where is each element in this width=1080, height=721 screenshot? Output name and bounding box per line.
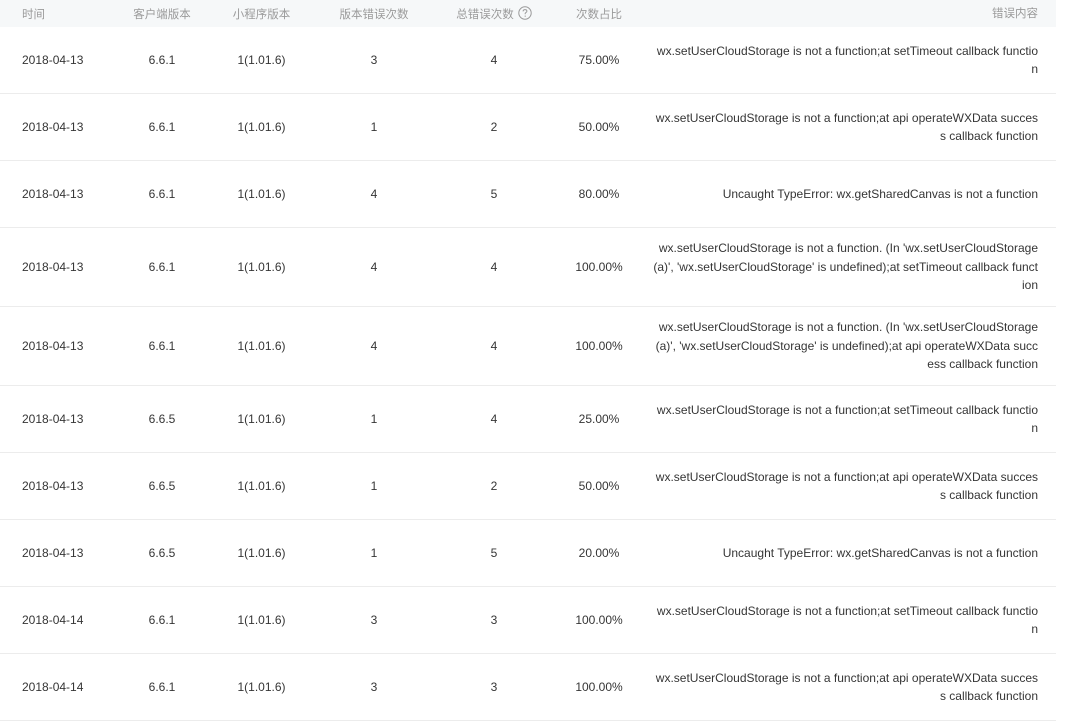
cell-client-version: 6.6.1 <box>148 260 176 274</box>
cell-app-version: 1(1.01.6) <box>237 120 286 134</box>
cell-error-content: wx.setUserCloudStorage is not a function… <box>653 241 1038 293</box>
cell-app-version: 1(1.01.6) <box>237 339 286 353</box>
header-client-version[interactable]: 客户端版本 <box>120 6 204 22</box>
cell-total-errors: 4 <box>490 412 498 426</box>
cell-date: 2018-04-13 <box>22 187 84 201</box>
header-ratio[interactable]: 次数占比 <box>559 6 639 22</box>
cell-ratio: 100.00% <box>575 260 623 274</box>
table-row: 2018-04-13 6.6.1 1(1.01.6) 4 4 100.00% w… <box>0 228 1056 307</box>
cell-date: 2018-04-14 <box>22 613 84 627</box>
header-version-errors[interactable]: 版本错误次数 <box>319 6 429 22</box>
cell-app-version: 1(1.01.6) <box>237 412 286 426</box>
cell-error-content: Uncaught TypeError: wx.getSharedCanvas i… <box>722 545 1038 560</box>
cell-total-errors: 4 <box>490 339 498 353</box>
cell-total-errors: 5 <box>490 187 498 201</box>
cell-client-version: 6.6.1 <box>148 613 176 627</box>
cell-client-version: 6.6.5 <box>148 412 176 426</box>
cell-app-version: 1(1.01.6) <box>237 613 286 627</box>
table-row: 2018-04-13 6.6.5 1(1.01.6) 1 5 20.00% Un… <box>0 520 1056 587</box>
cell-ratio: 50.00% <box>578 120 620 134</box>
cell-total-errors: 4 <box>490 53 498 67</box>
cell-client-version: 6.6.1 <box>148 53 176 67</box>
cell-date: 2018-04-13 <box>22 546 84 560</box>
header-app-version[interactable]: 小程序版本 <box>204 6 319 22</box>
cell-error-content: wx.setUserCloudStorage is not a function… <box>656 43 1038 77</box>
cell-total-errors: 2 <box>490 479 498 493</box>
table-row: 2018-04-14 6.6.1 1(1.01.6) 3 3 100.00% w… <box>0 654 1056 721</box>
cell-client-version: 6.6.5 <box>148 479 176 493</box>
cell-ratio: 50.00% <box>578 479 620 493</box>
cell-version-errors: 1 <box>370 120 378 134</box>
cell-date: 2018-04-14 <box>22 680 84 694</box>
header-date[interactable]: 时间 <box>0 6 120 22</box>
cell-version-errors: 4 <box>370 339 378 353</box>
table-row: 2018-04-13 6.6.1 1(1.01.6) 1 2 50.00% wx… <box>0 94 1056 161</box>
cell-app-version: 1(1.01.6) <box>237 53 286 67</box>
table-row: 2018-04-13 6.6.5 1(1.01.6) 1 4 25.00% wx… <box>0 386 1056 453</box>
cell-version-errors: 3 <box>370 680 378 694</box>
cell-total-errors: 5 <box>490 546 498 560</box>
cell-date: 2018-04-13 <box>22 412 84 426</box>
cell-date: 2018-04-13 <box>22 339 84 353</box>
cell-version-errors: 1 <box>370 412 378 426</box>
cell-version-errors: 4 <box>370 187 378 201</box>
cell-ratio: 25.00% <box>578 412 620 426</box>
cell-error-content: wx.setUserCloudStorage is not a function… <box>655 469 1038 503</box>
cell-client-version: 6.6.5 <box>148 546 176 560</box>
header-total-errors[interactable]: 总错误次数 <box>429 6 559 22</box>
table-row: 2018-04-13 6.6.5 1(1.01.6) 1 2 50.00% wx… <box>0 453 1056 520</box>
cell-ratio: 100.00% <box>575 339 623 353</box>
cell-ratio: 100.00% <box>575 680 623 694</box>
cell-client-version: 6.6.1 <box>148 680 176 694</box>
cell-ratio: 75.00% <box>578 53 620 67</box>
cell-client-version: 6.6.1 <box>148 339 176 353</box>
table-row: 2018-04-14 6.6.1 1(1.01.6) 3 3 100.00% w… <box>0 587 1056 654</box>
cell-total-errors: 3 <box>490 680 498 694</box>
cell-error-content: Uncaught TypeError: wx.getSharedCanvas i… <box>722 186 1038 201</box>
cell-version-errors: 4 <box>370 260 378 274</box>
cell-total-errors: 2 <box>490 120 498 134</box>
cell-date: 2018-04-13 <box>22 260 84 274</box>
cell-error-content: wx.setUserCloudStorage is not a function… <box>655 670 1038 704</box>
table-row: 2018-04-13 6.6.1 1(1.01.6) 4 5 80.00% Un… <box>0 161 1056 228</box>
cell-app-version: 1(1.01.6) <box>237 187 286 201</box>
table-row: 2018-04-13 6.6.1 1(1.01.6) 4 4 100.00% w… <box>0 307 1056 386</box>
cell-version-errors: 1 <box>370 546 378 560</box>
cell-date: 2018-04-13 <box>22 479 84 493</box>
cell-error-content: wx.setUserCloudStorage is not a function… <box>655 110 1038 144</box>
cell-ratio: 20.00% <box>578 546 620 560</box>
cell-app-version: 1(1.01.6) <box>237 479 286 493</box>
cell-date: 2018-04-13 <box>22 53 84 67</box>
cell-app-version: 1(1.01.6) <box>237 260 286 274</box>
header-content[interactable]: 错误内容 <box>639 4 1056 23</box>
cell-date: 2018-04-13 <box>22 120 84 134</box>
cell-error-content: wx.setUserCloudStorage is not a function… <box>655 320 1038 372</box>
cell-ratio: 100.00% <box>575 613 623 627</box>
table-row: 2018-04-13 6.6.1 1(1.01.6) 3 4 75.00% wx… <box>0 27 1056 94</box>
cell-client-version: 6.6.1 <box>148 187 176 201</box>
question-circle-icon[interactable] <box>518 6 532 20</box>
cell-total-errors: 3 <box>490 613 498 627</box>
header-total-errors-label: 总错误次数 <box>456 6 514 21</box>
cell-client-version: 6.6.1 <box>148 120 176 134</box>
cell-version-errors: 1 <box>370 479 378 493</box>
table-header: 时间 客户端版本 小程序版本 版本错误次数 总错误次数 次数占比 错误内容 <box>0 0 1056 27</box>
cell-version-errors: 3 <box>370 613 378 627</box>
cell-error-content: wx.setUserCloudStorage is not a function… <box>656 603 1038 637</box>
cell-app-version: 1(1.01.6) <box>237 680 286 694</box>
cell-ratio: 80.00% <box>578 187 620 201</box>
cell-version-errors: 3 <box>370 53 378 67</box>
cell-app-version: 1(1.01.6) <box>237 546 286 560</box>
error-table: 时间 客户端版本 小程序版本 版本错误次数 总错误次数 次数占比 错误内容 20… <box>0 0 1056 721</box>
cell-error-content: wx.setUserCloudStorage is not a function… <box>656 402 1038 436</box>
cell-total-errors: 4 <box>490 260 498 274</box>
